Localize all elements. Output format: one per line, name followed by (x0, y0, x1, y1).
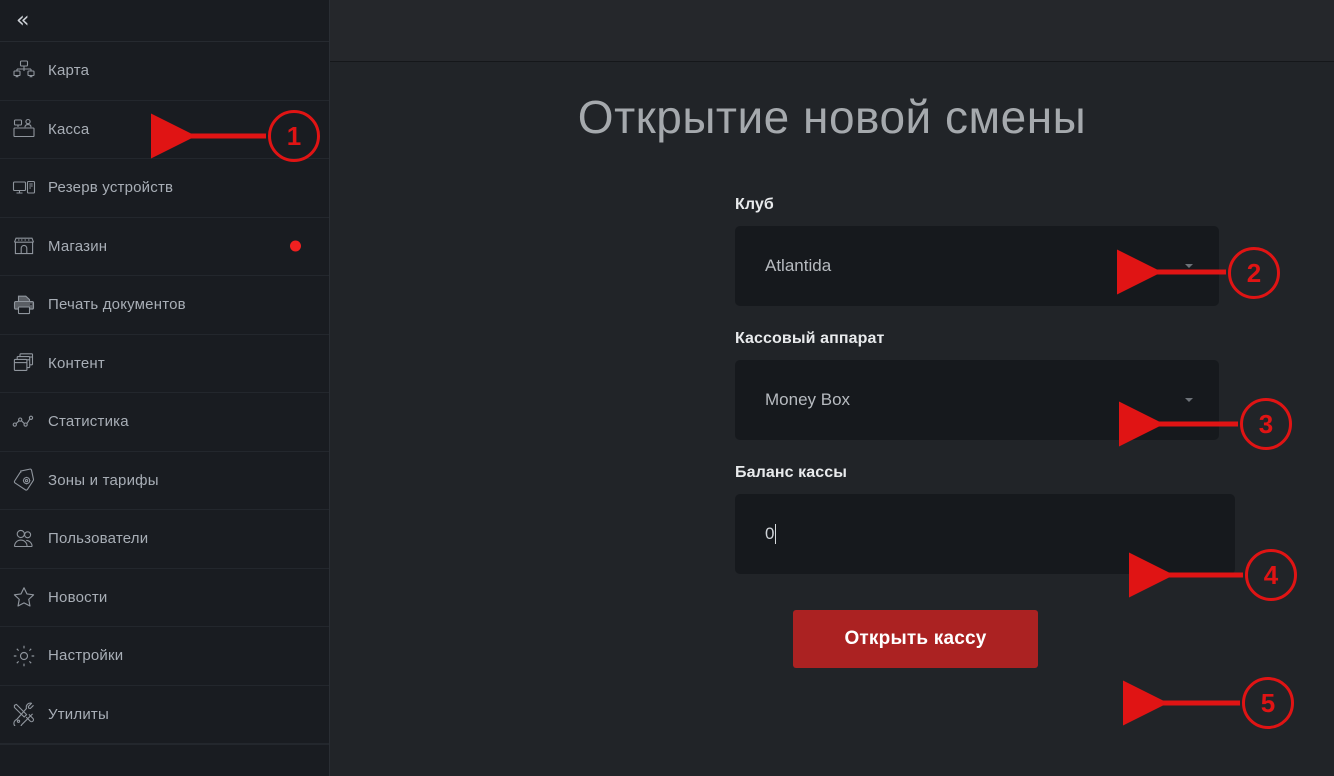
page-title: Открытие новой смены (577, 91, 1087, 143)
open-cash-desk-button[interactable]: Открыть кассу (793, 610, 1038, 668)
shop-icon (0, 234, 48, 258)
balance-input-value: 0 (765, 524, 775, 543)
cash-desk-icon (0, 117, 48, 141)
tag-gear-icon (0, 468, 48, 492)
annotation-badge-1: 1 (268, 110, 320, 162)
collapse-sidebar-icon[interactable]: « (16, 9, 30, 32)
submit-row: Открыть кассу (735, 610, 1225, 668)
sidebar-item-10[interactable]: Новости (0, 569, 329, 627)
gear-icon (0, 644, 48, 668)
line-chart-icon (0, 410, 48, 434)
register-select[interactable]: Money Box (735, 360, 1219, 440)
network-map-icon (0, 59, 48, 83)
open-shift-form: Клуб Atlantida Кассовый аппарат Money Bo… (735, 196, 1235, 668)
field-register-label: Кассовый аппарат (735, 330, 885, 347)
sidebar-header: « (0, 0, 329, 42)
sidebar-item-11[interactable]: Настройки (0, 627, 329, 686)
sidebar-item-label: Утилиты (48, 705, 109, 723)
printer-icon (0, 293, 48, 317)
sidebar-item-label: Магазин (48, 237, 108, 255)
text-caret (775, 524, 777, 544)
users-icon (0, 527, 48, 551)
field-register: Кассовый аппарат Money Box (735, 330, 1225, 440)
sidebar-item-9[interactable]: Пользователи (0, 510, 329, 569)
sidebar-item-label: Новости (48, 588, 108, 606)
sidebar-item-label: Настройки (48, 647, 124, 665)
sidebar-item-label: Контент (48, 354, 105, 372)
sidebar-item-label: Статистика (48, 413, 129, 431)
sidebar-item-4[interactable]: Магазин (0, 218, 329, 276)
star-icon (0, 585, 48, 609)
field-club-label: Клуб (735, 196, 774, 213)
annotation-badge-5: 5 (1242, 677, 1294, 729)
sidebar-item-8[interactable]: Зоны и тарифы (0, 452, 329, 510)
chevron-down-icon (1185, 398, 1193, 402)
register-select-value: Money Box (765, 390, 851, 409)
club-select-value: Atlantida (765, 256, 832, 275)
balance-input[interactable]: 0 (735, 494, 1235, 574)
chevron-down-icon (1185, 264, 1193, 268)
sidebar-item-label: Пользователи (48, 530, 149, 548)
sidebar-item-label: Резерв устройств (48, 179, 174, 197)
monitor-tower-icon (0, 176, 48, 200)
field-balance: Баланс кассы 0 (735, 464, 1235, 574)
annotation-badge-3: 3 (1240, 398, 1292, 450)
sidebar-item-12[interactable]: Утилиты (0, 686, 329, 744)
sidebar-footer-spacer (0, 744, 329, 776)
windows-stack-icon (0, 351, 48, 375)
sidebar-item-5[interactable]: Печать документов (0, 276, 329, 335)
sidebar-item-label: Зоны и тарифы (48, 471, 159, 489)
main-area: Открытие новой смены Клуб Atlantida Касс… (330, 0, 1334, 776)
sidebar-item-notification-dot (290, 240, 301, 252)
sidebar-item-3[interactable]: Резерв устройств (0, 159, 329, 218)
content-panel: Открытие новой смены Клуб Atlantida Касс… (330, 62, 1334, 776)
field-club: Клуб Atlantida (735, 196, 1225, 306)
sidebar-item-7[interactable]: Статистика (0, 393, 329, 452)
sidebar-item-label: Печать документов (48, 296, 186, 314)
tools-icon (0, 702, 48, 727)
club-select[interactable]: Atlantida (735, 226, 1219, 306)
top-bar (330, 0, 1334, 62)
annotation-badge-2: 2 (1228, 247, 1280, 299)
sidebar-item-label: Карта (48, 62, 90, 80)
sidebar-item-label: Касса (48, 120, 90, 138)
field-balance-label: Баланс кассы (735, 464, 848, 481)
annotation-badge-4: 4 (1245, 549, 1297, 601)
sidebar-item-1[interactable]: Карта (0, 42, 329, 101)
app-root: « Карта Касса Резерв устройств Магазин Печат… (0, 0, 1334, 776)
sidebar-item-6[interactable]: Контент (0, 335, 329, 393)
